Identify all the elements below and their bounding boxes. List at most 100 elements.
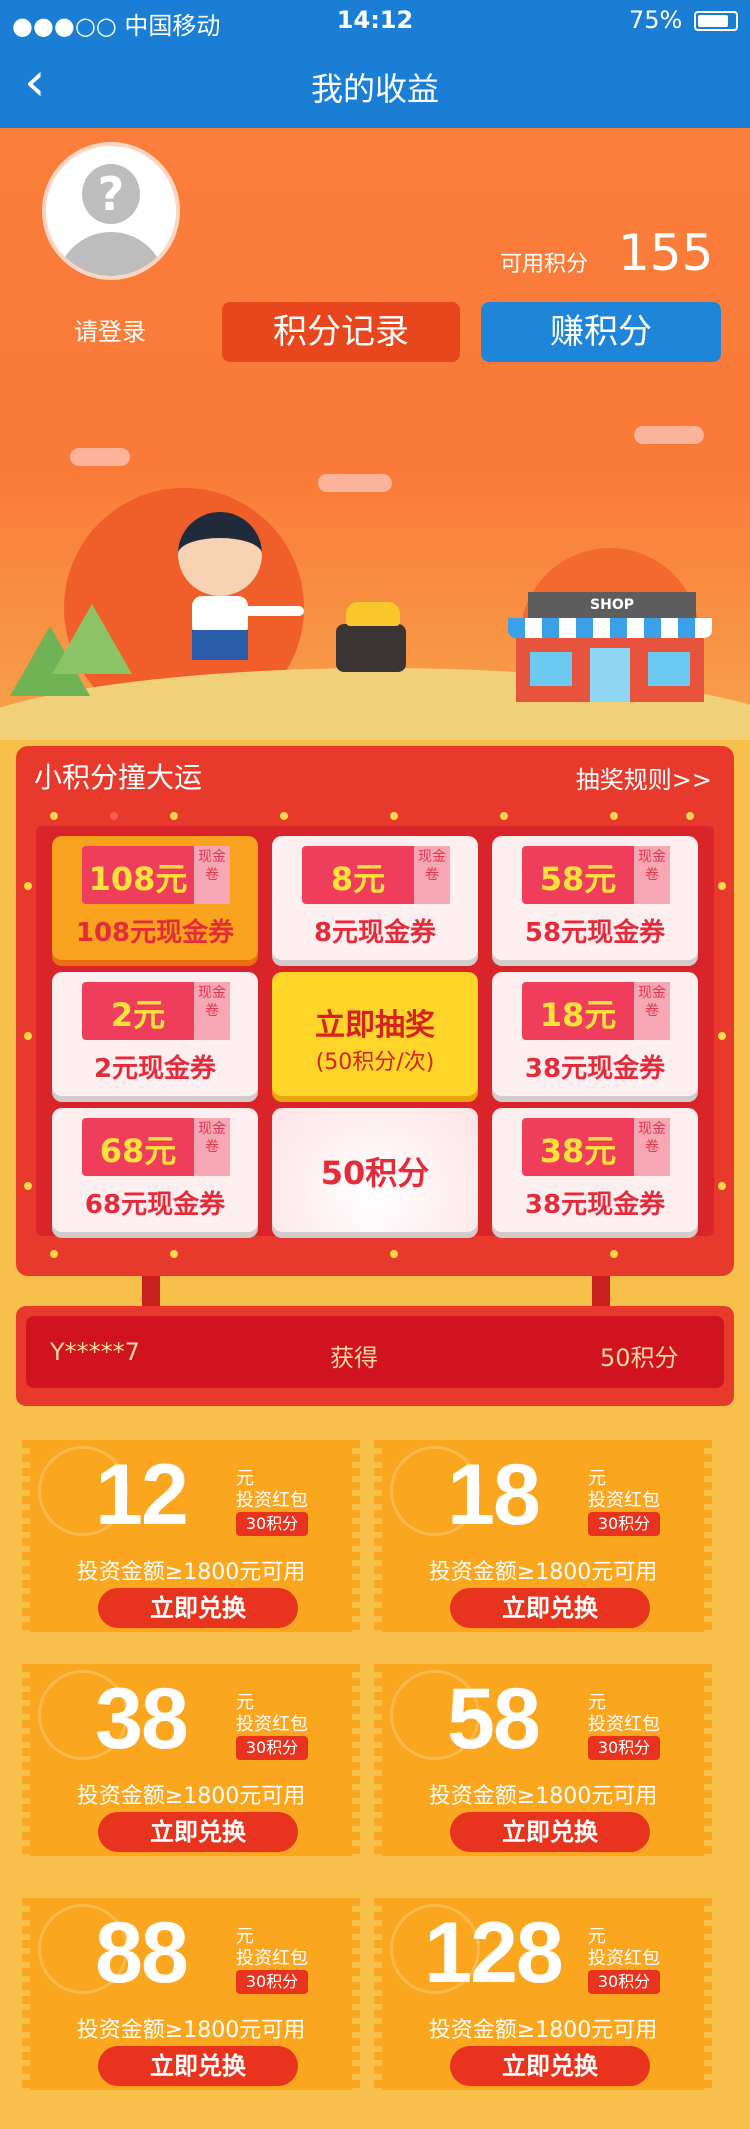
redeem-button[interactable]: 立即兑换 — [450, 1812, 650, 1852]
battery-icon — [694, 11, 738, 31]
cash-ticket-icon: 68元 现金卷 — [82, 1118, 230, 1176]
light-bulb — [718, 1032, 726, 1040]
cash-ticket-icon: 2元 现金卷 — [82, 982, 230, 1040]
prize-cell-8: 8元 现金卷 8元现金券 — [272, 836, 478, 960]
lottery-board: 小积分撞大运 抽奖规则>> 108元 现金卷 108元现金券 8元 现金卷 8元… — [16, 746, 734, 1276]
coupon-cost-badge: 30积分 — [236, 1736, 308, 1760]
coupon-value: 58 — [447, 1671, 541, 1767]
light-bulb — [390, 1250, 398, 1258]
winner-user: Y*****7 — [50, 1338, 140, 1366]
earn-points-button[interactable]: 赚积分 — [481, 302, 721, 362]
light-bulb — [24, 1032, 32, 1040]
winner-prize: 50积分 — [600, 1344, 679, 1372]
coupon-cost-badge: 30积分 — [236, 1512, 308, 1536]
available-points-label: 可用积分 — [500, 252, 589, 277]
coupon-condition: 投资金额≥1800元可用 — [428, 2018, 658, 2043]
coupon-condition: 投资金额≥1800元可用 — [428, 1560, 658, 1585]
redeem-button[interactable]: 立即兑换 — [98, 1588, 298, 1628]
coupon-card: 38 元 投资红包 30积分 投资金额≥1800元可用 立即兑换 — [22, 1664, 360, 1856]
points-record-button[interactable]: 积分记录 — [222, 302, 460, 362]
coupon-cost-badge: 30积分 — [588, 1736, 660, 1760]
light-bulb — [500, 812, 508, 820]
cloud-decoration — [70, 448, 130, 466]
board-leg — [592, 1276, 610, 1310]
light-bulb — [50, 812, 58, 820]
coupon-card: 18 元 投资红包 30积分 投资金额≥1800元可用 立即兑换 — [374, 1440, 712, 1632]
light-bulb — [390, 812, 398, 820]
prize-cell-2: 2元 现金卷 2元现金券 — [52, 972, 258, 1096]
redeem-button[interactable]: 立即兑换 — [450, 1588, 650, 1628]
coupon-value: 128 — [424, 1905, 564, 2001]
coupon-value: 18 — [447, 1447, 541, 1543]
coupon-condition: 投资金额≥1800元可用 — [76, 1784, 306, 1809]
hero-banner: SHOP ? 请登录 可用积分 155 积分记录 赚积分 — [0, 128, 750, 740]
cloud-decoration — [318, 474, 392, 492]
cash-ticket-icon: 108元 现金卷 — [82, 846, 230, 904]
coupon-condition: 投资金额≥1800元可用 — [428, 1784, 658, 1809]
prize-cell-18: 18元 现金卷 38元现金券 — [492, 972, 698, 1096]
light-bulb — [280, 812, 288, 820]
light-bulb — [50, 1250, 58, 1258]
redeem-button[interactable]: 立即兑换 — [450, 2046, 650, 2086]
coupon-kind: 投资红包 — [588, 1948, 660, 1969]
coupon-kind: 投资红包 — [588, 1714, 660, 1735]
prize-cell-points: 50积分 — [272, 1108, 478, 1232]
shop-illustration: SHOP — [508, 592, 712, 702]
cartoon-character-illustration — [168, 512, 304, 662]
coupon-card: 58 元 投资红包 30积分 投资金额≥1800元可用 立即兑换 — [374, 1664, 712, 1856]
coupon-condition: 投资金额≥1800元可用 — [76, 1560, 306, 1585]
shop-sign: SHOP — [528, 592, 696, 618]
coupon-kind: 投资红包 — [236, 1714, 308, 1735]
coupon-cost-badge: 30积分 — [236, 1970, 308, 1994]
board-leg — [142, 1276, 160, 1310]
coupon-value: 38 — [95, 1671, 189, 1767]
light-bulb — [170, 812, 178, 820]
cash-ticket-icon: 58元 现金卷 — [522, 846, 670, 904]
coupon-cost-badge: 30积分 — [588, 1512, 660, 1536]
redeem-button[interactable]: 立即兑换 — [98, 1812, 298, 1852]
battery-status: 75% — [629, 6, 738, 34]
coupon-card: 128 元 投资红包 30积分 投资金额≥1800元可用 立即兑换 — [374, 1898, 712, 2090]
coupon-kind: 投资红包 — [236, 1948, 308, 1969]
coupon-kind: 投资红包 — [236, 1490, 308, 1511]
light-bulb — [718, 1182, 726, 1190]
available-points-value: 155 — [618, 224, 714, 282]
coupon-card: 12 元 投资红包 30积分 投资金额≥1800元可用 立即兑换 — [22, 1440, 360, 1632]
cash-ticket-icon: 18元 现金卷 — [522, 982, 670, 1040]
light-bulb — [610, 812, 618, 820]
winner-ticker: Y*****7 获得 50积分 — [16, 1306, 734, 1406]
light-bulb — [718, 882, 726, 890]
cash-ticket-icon: 8元 现金卷 — [302, 846, 450, 904]
prize-cell-38: 38元 现金卷 38元现金券 — [492, 1108, 698, 1232]
light-bulb — [24, 1182, 32, 1190]
login-link[interactable]: 请登录 — [74, 312, 146, 347]
prize-cell-68: 68元 现金卷 68元现金券 — [52, 1108, 258, 1232]
avatar[interactable]: ? — [42, 142, 180, 280]
lottery-grid: 108元 现金卷 108元现金券 8元 现金卷 8元现金券 58元 现金卷 58… — [36, 826, 714, 1236]
coupon-condition: 投资金额≥1800元可用 — [76, 2018, 306, 2043]
coupon-cost-badge: 30积分 — [588, 1970, 660, 1994]
light-bulb — [110, 812, 118, 820]
winner-action: 获得 — [330, 1344, 378, 1372]
light-bulb — [170, 1250, 178, 1258]
redeem-button[interactable]: 立即兑换 — [98, 2046, 298, 2086]
light-bulb — [24, 882, 32, 890]
coupon-value: 88 — [95, 1905, 189, 2001]
coupon-kind: 投资红包 — [588, 1490, 660, 1511]
cash-ticket-icon: 38元 现金卷 — [522, 1118, 670, 1176]
draw-now-button[interactable]: 立即抽奖 (50积分/次) — [272, 972, 478, 1096]
cloud-decoration — [634, 426, 704, 444]
lottery-rules-link[interactable]: 抽奖规则>> — [576, 760, 712, 795]
prize-cell-58: 58元 现金卷 58元现金券 — [492, 836, 698, 960]
coupon-value: 12 — [95, 1447, 189, 1543]
mountain-decoration — [52, 604, 132, 674]
nav-bar: ‹ 我的收益 — [0, 40, 750, 128]
page-title: 我的收益 — [310, 70, 439, 108]
wallet-coins-illustration — [336, 602, 406, 672]
lottery-title: 小积分撞大运 — [34, 761, 203, 794]
light-bulb — [610, 1250, 618, 1258]
coupon-card: 88 元 投资红包 30积分 投资金额≥1800元可用 立即兑换 — [22, 1898, 360, 2090]
unknown-user-icon: ? — [82, 164, 140, 224]
status-bar: ●●●○○ 中国移动 14:12 75% — [0, 0, 750, 40]
light-bulb — [686, 812, 694, 820]
